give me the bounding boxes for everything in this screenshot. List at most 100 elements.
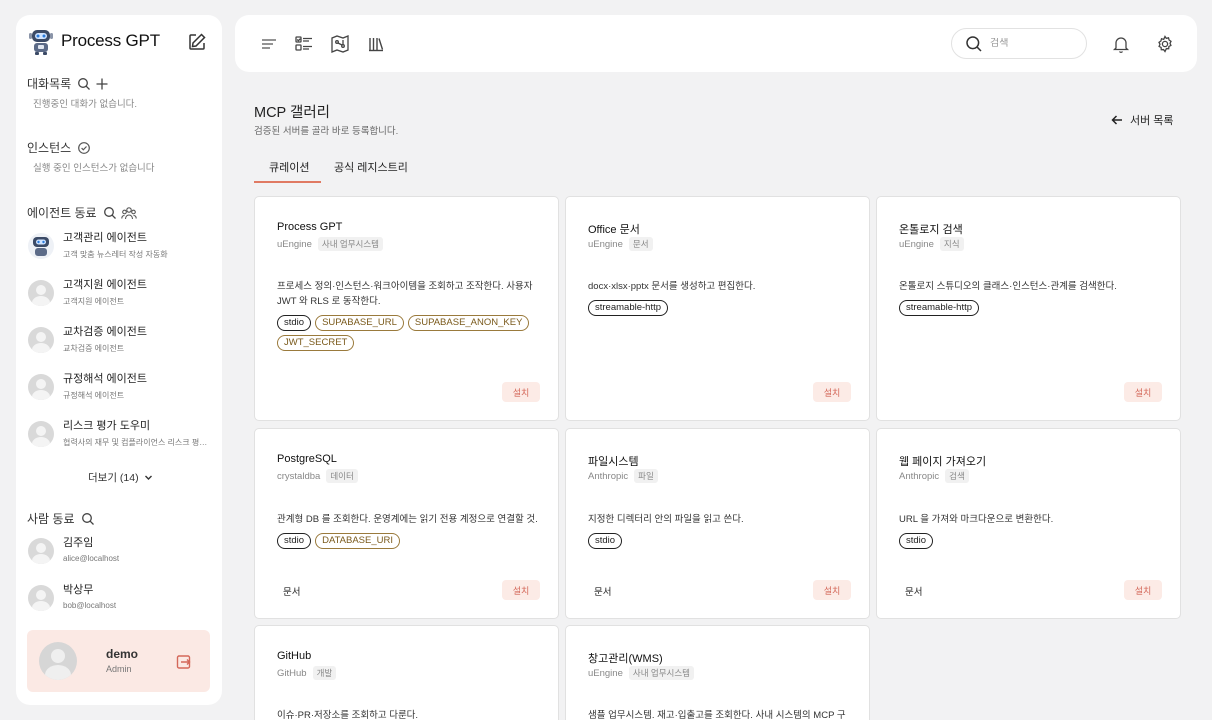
- category-badge: 사내 업무시스템: [628, 666, 694, 680]
- card-meta: GitHub 개발: [277, 666, 337, 680]
- server-card[interactable]: 온톨로지 검색 uEngine 지식 온톨로지 스튜디오의 클래스·인스턴스·관…: [876, 196, 1181, 421]
- agent-desc: 교차검증 에이전트: [63, 344, 125, 353]
- server-card[interactable]: 웹 페이지 가져오기 Anthropic 검색 URL 을 가져와 마크다운으로…: [876, 428, 1181, 619]
- active-tab-indicator: [254, 181, 321, 183]
- category-badge: 데이터: [326, 469, 358, 483]
- person-item[interactable]: 박상무 bob@localhost: [28, 579, 214, 617]
- install-button[interactable]: 설치: [1124, 382, 1162, 402]
- transport-chip: stdio: [277, 315, 312, 331]
- check-circle-icon[interactable]: [77, 141, 91, 155]
- category-badge: 지식: [939, 237, 964, 251]
- install-button[interactable]: 설치: [813, 580, 851, 600]
- install-button[interactable]: 설치: [1124, 580, 1162, 600]
- card-description: 프로세스 정의·인스턴스·워크아이템을 조회하고 조작한다. 사용자 JWT 와…: [277, 281, 533, 307]
- conversations-empty: 진행중인 대화가 없습니다.: [33, 99, 138, 110]
- show-more-button[interactable]: 더보기 (14): [88, 470, 153, 485]
- card-vendor: Anthropic: [588, 470, 629, 482]
- team-icon[interactable]: [120, 206, 137, 220]
- search-icon[interactable]: [77, 77, 91, 91]
- agent-name: 고객관리 에이전트: [63, 232, 148, 244]
- agent-item[interactable]: 교차검증 에이전트 교차검증 에이전트: [28, 321, 214, 359]
- card-title: 온톨로지 검색: [899, 224, 963, 236]
- menu-icon[interactable]: [259, 34, 279, 54]
- avatar: [28, 374, 54, 400]
- docs-link[interactable]: 문서: [283, 584, 300, 598]
- search-input[interactable]: [990, 38, 1075, 49]
- env-chip: SUPABASE_ANON_KEY: [407, 315, 530, 331]
- card-vendor: uEngine: [899, 238, 934, 250]
- card-chips: streamable-http: [899, 300, 1161, 316]
- server-card[interactable]: Process GPT uEngine 사내 업무시스템 프로세스 정의·인스턴…: [254, 196, 559, 421]
- server-card[interactable]: 파일시스템 Anthropic 파일 지정한 디렉터리 안의 파일을 읽고 쓴다…: [565, 428, 870, 619]
- tab-curation[interactable]: 큐레이션: [269, 159, 309, 175]
- search-box[interactable]: [951, 28, 1087, 59]
- task-list-icon[interactable]: [294, 34, 314, 54]
- page-subtitle: 검증된 서버를 골라 바로 등록합니다.: [254, 126, 399, 137]
- server-card[interactable]: PostgreSQL crystaldba 데이터 관계형 DB 를 조회한다.…: [254, 428, 559, 619]
- tab-official-registry[interactable]: 공식 레지스트리: [334, 159, 408, 175]
- plus-icon[interactable]: [95, 77, 109, 91]
- search-icon[interactable]: [81, 512, 95, 526]
- server-card[interactable]: GitHub GitHub 개발 이슈·PR·저장소를 조회하고 다룬다.: [254, 625, 559, 720]
- server-card[interactable]: Office 문서 uEngine 문서 docx·xlsx·pptx 문서를 …: [565, 196, 870, 421]
- current-user-card[interactable]: demo Admin: [27, 630, 210, 692]
- card-description: 샘플 업무시스템. 재고·입출고를 조회한다. 사내 시스템의 MCP 구현: [588, 710, 846, 720]
- server-list-button[interactable]: 서버 목록: [1111, 112, 1174, 128]
- agents-title: 에이전트 동료: [27, 206, 97, 220]
- card-description: 온톨로지 스튜디오의 클래스·인스턴스·관계를 검색한다.: [899, 281, 1117, 292]
- card-meta: Anthropic 파일: [588, 469, 658, 483]
- agent-name: 규정해석 에이전트: [63, 373, 148, 385]
- card-chips: stdio DATABASE_URI: [277, 533, 539, 549]
- search-icon[interactable]: [103, 206, 117, 220]
- card-description: URL 을 가져와 마크다운으로 변환한다.: [899, 514, 1054, 525]
- transport-chip: stdio: [277, 533, 312, 549]
- chevron-down-icon: [144, 475, 152, 480]
- agent-item[interactable]: 고객관리 에이전트 고객 맞춤 뉴스레터 작성 자동화: [28, 227, 214, 265]
- person-name: 박상무: [63, 584, 94, 596]
- env-chip: JWT_SECRET: [277, 335, 355, 351]
- person-email: alice@localhost: [63, 554, 120, 563]
- transport-chip: stdio: [899, 533, 934, 549]
- card-title: Process GPT: [277, 221, 343, 233]
- transport-chip: stdio: [588, 533, 623, 549]
- card-vendor: uEngine: [588, 667, 623, 679]
- people-title: 사람 동료: [27, 512, 75, 526]
- brand[interactable]: Process GPT: [28, 27, 160, 55]
- server-card[interactable]: 창고관리(WMS) uEngine 사내 업무시스템 샘플 업무시스템. 재고·…: [565, 625, 870, 720]
- install-button[interactable]: 설치: [813, 382, 851, 402]
- agent-desc: 고객 맞춤 뉴스레터 작성 자동화: [63, 250, 168, 259]
- people-section: 사람 동료: [27, 510, 95, 527]
- card-title: Office 문서: [588, 224, 640, 236]
- card-vendor: Anthropic: [899, 470, 940, 482]
- process-map-icon[interactable]: [330, 34, 350, 54]
- logout-icon[interactable]: [176, 654, 192, 670]
- agent-item[interactable]: 고객지원 에이전트 고객지원 에이전트: [28, 274, 214, 312]
- card-description: 지정한 디렉터리 안의 파일을 읽고 쓴다.: [588, 514, 744, 525]
- gear-icon[interactable]: [1155, 34, 1175, 54]
- agents-section: 에이전트 동료: [27, 204, 137, 221]
- docs-link[interactable]: 문서: [905, 584, 922, 598]
- card-chips: stdio SUPABASE_URL SUPABASE_ANON_KEY JWT…: [277, 315, 539, 351]
- user-name: demo: [106, 647, 139, 661]
- bell-icon[interactable]: [1111, 34, 1131, 54]
- agent-item[interactable]: 규정해석 에이전트 규정해석 에이전트: [28, 368, 214, 406]
- agent-desc: 규정해석 에이전트: [63, 391, 125, 400]
- install-button[interactable]: 설치: [502, 580, 540, 600]
- install-button[interactable]: 설치: [502, 382, 540, 402]
- agent-name: 교차검증 에이전트: [63, 326, 148, 338]
- agent-desc: 고객지원 에이전트: [63, 297, 125, 306]
- card-vendor: crystaldba: [277, 470, 321, 482]
- new-chat-edit-icon[interactable]: [187, 32, 207, 52]
- card-description: docx·xlsx·pptx 문서를 생성하고 편집한다.: [588, 281, 756, 292]
- agent-item[interactable]: 리스크 평가 도우미 협력사의 재무 및 컴플라이언스 리스크 평가 ...: [28, 415, 214, 453]
- transport-chip: streamable-http: [899, 300, 980, 316]
- library-icon[interactable]: [366, 34, 386, 54]
- env-chip: SUPABASE_URL: [315, 315, 404, 331]
- docs-link[interactable]: 문서: [594, 584, 611, 598]
- card-meta: crystaldba 데이터: [277, 469, 358, 483]
- person-item[interactable]: 김주임 alice@localhost: [28, 532, 214, 570]
- category-badge: 파일: [634, 469, 658, 483]
- card-vendor: uEngine: [588, 238, 623, 250]
- card-chips: stdio: [899, 533, 1161, 549]
- instances-title: 인스턴스: [27, 141, 72, 155]
